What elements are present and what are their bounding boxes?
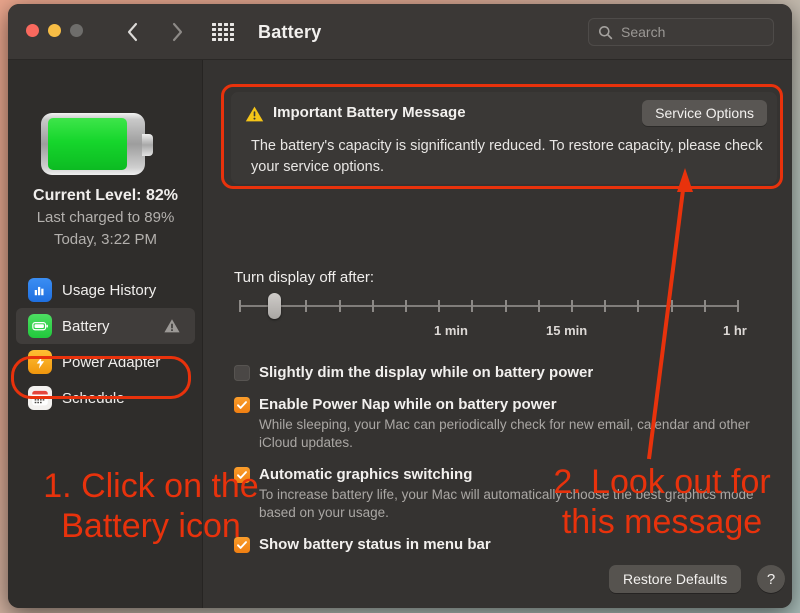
option-row-menu-bar-status[interactable]: Show battery status in menu bar — [234, 536, 779, 553]
last-charged-text: Last charged to 89% — [36, 209, 175, 226]
sidebar: Current Level: 82% Last charged to 89% T… — [8, 60, 203, 608]
search-icon — [598, 25, 613, 40]
sidebar-item-label: Usage History — [62, 281, 157, 299]
sidebar-item-label: Power Adapter — [62, 353, 161, 371]
window-titlebar: Battery Search — [8, 4, 792, 60]
banner-body-text: The battery's capacity is significantly … — [251, 138, 763, 175]
slider-tick-label-1hr: 1 hr — [723, 323, 747, 338]
close-window-button[interactable] — [26, 24, 39, 37]
option-row-graphics-switching[interactable]: Automatic graphics switching To increase… — [234, 466, 779, 522]
system-preferences-window: Battery Search Current Level: 82% Last c… — [8, 4, 792, 608]
slider-tick-label-15min: 15 min — [546, 323, 588, 338]
slider-tick — [505, 300, 507, 312]
slider-tick — [372, 300, 374, 312]
bar-chart-icon — [28, 278, 52, 302]
checkbox-power-nap[interactable] — [234, 397, 250, 413]
page-title: Battery — [258, 22, 322, 42]
slider-tick — [239, 300, 241, 312]
service-options-button[interactable]: Service Options — [642, 100, 767, 126]
slider-tick — [538, 300, 540, 312]
slider-tick — [405, 300, 407, 312]
banner-title: Important Battery Message — [273, 104, 466, 121]
turn-display-off-slider[interactable] — [239, 293, 739, 319]
slider-tick-label-1min: 1 min — [434, 323, 468, 338]
slider-tick — [604, 300, 606, 312]
slider-tick — [704, 300, 706, 312]
turn-display-off-label: Turn display off after: — [234, 269, 375, 286]
slider-tick — [637, 300, 639, 312]
restore-defaults-button[interactable]: Restore Defaults — [609, 565, 742, 593]
slider-tick — [571, 300, 573, 312]
search-placeholder: Search — [621, 24, 666, 40]
lightning-bolt-icon — [28, 350, 52, 374]
help-button[interactable]: ? — [757, 565, 785, 593]
search-input[interactable]: Search — [588, 18, 774, 46]
option-description: While sleeping, your Mac can periodicall… — [259, 417, 750, 450]
chevron-left-icon[interactable] — [121, 19, 145, 45]
show-all-grid-icon[interactable] — [212, 23, 234, 41]
option-label: Show battery status in menu bar — [259, 536, 491, 553]
checkbox-menu-bar-status[interactable] — [234, 537, 250, 553]
option-label: Automatic graphics switching — [259, 466, 473, 483]
option-label: Slightly dim the display while on batter… — [259, 364, 594, 381]
option-description: To increase battery life, your Mac will … — [259, 487, 754, 520]
chevron-right-icon[interactable] — [165, 19, 189, 45]
sidebar-item-usage-history[interactable]: Usage History — [16, 272, 195, 308]
calendar-icon — [28, 386, 52, 410]
minimize-window-button[interactable] — [48, 24, 61, 37]
sidebar-item-power-adapter[interactable]: Power Adapter — [16, 344, 195, 380]
slider-tick — [671, 300, 673, 312]
sidebar-item-label: Battery — [62, 317, 110, 335]
warning-triangle-icon — [163, 317, 181, 335]
battery-icon — [28, 314, 52, 338]
sidebar-item-schedule[interactable]: Schedule — [16, 380, 195, 416]
sidebar-item-label: Schedule — [62, 389, 125, 407]
slider-tick — [438, 300, 440, 312]
warning-triangle-icon — [245, 105, 264, 123]
slider-tick — [305, 300, 307, 312]
sidebar-list: Usage History Battery Power Adapter Sche… — [8, 272, 203, 416]
slider-track — [239, 305, 739, 307]
option-label: Enable Power Nap while on battery power — [259, 396, 557, 413]
important-battery-message-banner: Important Battery Message Service Option… — [231, 92, 777, 184]
main-content: Important Battery Message Service Option… — [203, 60, 792, 608]
battery-full-icon — [41, 113, 153, 175]
slider-tick — [339, 300, 341, 312]
last-charged-time: Today, 3:22 PM — [53, 231, 158, 248]
sidebar-item-battery[interactable]: Battery — [16, 308, 195, 344]
checkbox-graphics-switching[interactable] — [234, 467, 250, 483]
current-level-text: Current Level: 82% — [33, 187, 178, 204]
slider-thumb[interactable] — [268, 293, 281, 319]
slider-tick — [471, 300, 473, 312]
slider-tick — [737, 300, 739, 312]
maximize-window-button[interactable] — [70, 24, 83, 37]
option-row-dim-display[interactable]: Slightly dim the display while on batter… — [234, 364, 779, 381]
checkbox-dim-display[interactable] — [234, 365, 250, 381]
option-row-power-nap[interactable]: Enable Power Nap while on battery power … — [234, 396, 779, 452]
